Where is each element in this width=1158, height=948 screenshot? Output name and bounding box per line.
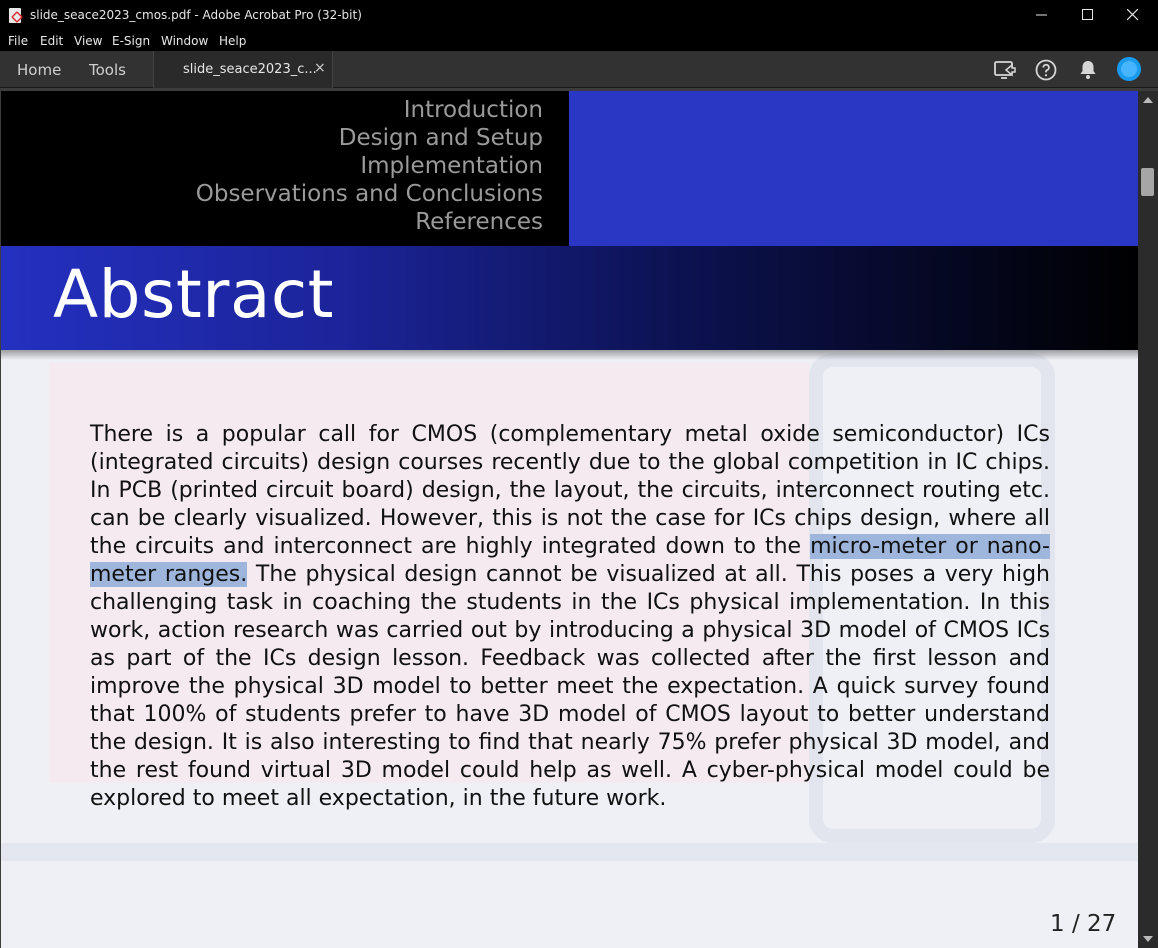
close-window-button[interactable] xyxy=(1110,0,1156,31)
menu-esign[interactable]: E-Sign xyxy=(112,34,150,48)
nav-introduction[interactable]: Introduction xyxy=(404,97,543,123)
menu-help[interactable]: Help xyxy=(219,34,246,48)
abstract-paragraph: There is a popular call for CMOS (comple… xyxy=(90,421,1050,813)
nav-design-and-setup[interactable]: Design and Setup xyxy=(339,125,543,151)
slide-page-number: 1 / 27 xyxy=(1050,911,1117,937)
menu-view[interactable]: View xyxy=(74,34,102,48)
tab-bar: Home Tools slide_seace2023_c... × xyxy=(0,51,1158,88)
window-title: slide_seace2023_cmos.pdf - Adobe Acrobat… xyxy=(30,8,362,22)
tab-tools[interactable]: Tools xyxy=(89,61,126,79)
slide-navigation: Introduction Design and Setup Implementa… xyxy=(1,91,569,246)
minimize-button[interactable] xyxy=(1019,0,1065,31)
close-icon xyxy=(1127,9,1139,21)
bell-icon[interactable] xyxy=(1076,58,1100,82)
menu-edit[interactable]: Edit xyxy=(40,34,63,48)
scroll-up-icon[interactable] xyxy=(1143,97,1153,103)
avatar[interactable] xyxy=(1117,57,1141,81)
tab-document-label: slide_seace2023_c... xyxy=(183,62,317,77)
tab-document[interactable]: slide_seace2023_c... × xyxy=(153,51,333,88)
minimize-icon xyxy=(1036,14,1047,16)
pdf-page: Introduction Design and Setup Implementa… xyxy=(1,91,1138,948)
tab-home[interactable]: Home xyxy=(17,61,61,79)
frame-title-band: Abstract xyxy=(1,246,1138,360)
maximize-button[interactable] xyxy=(1065,0,1111,31)
menu-window[interactable]: Window xyxy=(161,34,208,48)
abstract-text-after: The physical design cannot be visualized… xyxy=(90,562,1050,811)
maximize-icon xyxy=(1082,9,1093,20)
menu-bar: File Edit View E-Sign Window Help xyxy=(0,31,1158,51)
menu-file[interactable]: File xyxy=(8,34,28,48)
scroll-thumb[interactable] xyxy=(1141,168,1154,196)
nav-implementation[interactable]: Implementation xyxy=(360,153,543,179)
scroll-down-icon[interactable] xyxy=(1143,936,1153,942)
help-icon[interactable] xyxy=(1034,58,1058,82)
acrobat-app-icon xyxy=(9,8,21,23)
tab-close-icon[interactable]: × xyxy=(314,60,326,76)
vertical-scrollbar[interactable] xyxy=(1138,91,1158,948)
title-bar: slide_seace2023_cmos.pdf - Adobe Acrobat… xyxy=(0,0,1158,31)
abstract-text[interactable]: There is a popular call for CMOS (comple… xyxy=(90,421,1050,813)
frame-title: Abstract xyxy=(53,256,335,333)
nav-references[interactable]: References xyxy=(415,209,543,235)
navigation-blue-panel xyxy=(569,91,1138,246)
nav-observations[interactable]: Observations and Conclusions xyxy=(196,181,543,207)
share-screen-icon[interactable] xyxy=(993,58,1017,82)
document-area: Introduction Design and Setup Implementa… xyxy=(0,88,1158,948)
background-trace-decoration xyxy=(1,843,1138,861)
